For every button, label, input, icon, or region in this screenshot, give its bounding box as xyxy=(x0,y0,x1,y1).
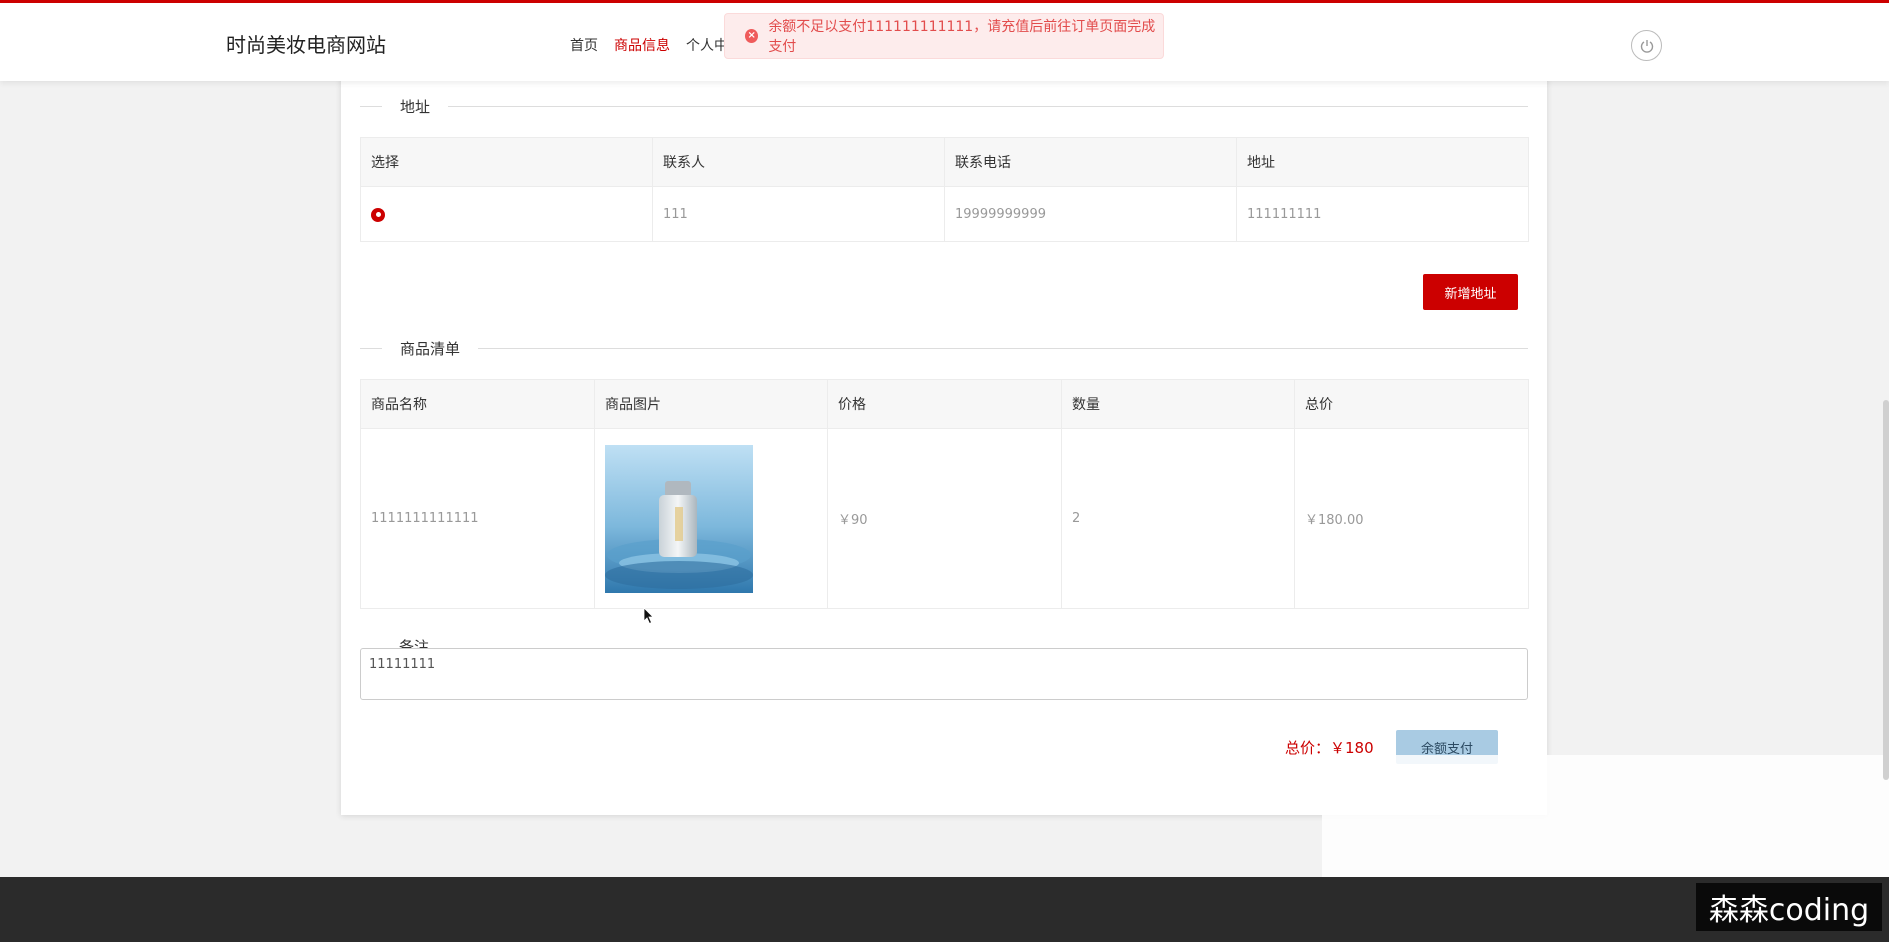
divider xyxy=(360,105,382,107)
address-cell: 111111111 xyxy=(1236,186,1529,242)
table-row[interactable]: 111 19999999999 111111111 xyxy=(360,186,1529,242)
main-nav: 首页 商品信息 个人中 xyxy=(570,35,728,55)
products-table: 商品名称 商品图片 价格 数量 总价 1111111111111 ￥90 2 ￥… xyxy=(360,379,1529,609)
column-header: 总价 xyxy=(1294,379,1529,429)
column-header: 商品图片 xyxy=(594,379,828,429)
line-total-cell: ￥180.00 xyxy=(1294,428,1529,609)
site-title: 时尚美妆电商网站 xyxy=(226,33,386,57)
watermark: 森森coding xyxy=(1696,883,1882,931)
quantity-cell: 2 xyxy=(1061,428,1295,609)
mouse-cursor-icon xyxy=(643,607,654,625)
power-icon xyxy=(1640,39,1653,53)
divider xyxy=(360,347,382,349)
error-circle-icon: × xyxy=(745,29,759,43)
scrollbar[interactable] xyxy=(1883,400,1889,780)
table-header-row: 选择 联系人 联系电话 地址 xyxy=(360,137,1529,187)
divider xyxy=(478,347,1528,349)
column-header: 联系人 xyxy=(652,137,945,187)
column-header: 价格 xyxy=(827,379,1062,429)
address-section-header: 地址 xyxy=(360,96,1528,116)
products-section-header: 商品清单 xyxy=(360,338,1528,358)
logout-button[interactable] xyxy=(1631,30,1662,61)
column-header: 地址 xyxy=(1236,137,1529,187)
phone-cell: 19999999999 xyxy=(944,186,1237,242)
price-cell: ￥90 xyxy=(827,428,1062,609)
checkout-card: 地址 选择 联系人 联系电话 地址 111 19999999999 111111… xyxy=(341,70,1547,815)
column-header: 选择 xyxy=(360,137,653,187)
add-address-button[interactable]: 新增地址 xyxy=(1423,274,1518,310)
divider xyxy=(448,105,1528,107)
table-header-row: 商品名称 商品图片 价格 数量 总价 xyxy=(360,379,1529,429)
table-row: 1111111111111 ￥90 2 ￥180.00 xyxy=(360,428,1529,609)
product-name-cell: 1111111111111 xyxy=(360,428,595,609)
toast-message: 余额不足以支付111111111111，请充值后前往订单页面完成支付 xyxy=(768,19,1156,55)
note-textarea[interactable]: 11111111 xyxy=(360,648,1528,700)
nav-products[interactable]: 商品信息 xyxy=(614,35,670,55)
nav-home[interactable]: 首页 xyxy=(570,35,598,55)
column-header: 联系电话 xyxy=(944,137,1237,187)
column-header: 数量 xyxy=(1061,379,1295,429)
contact-cell: 111 xyxy=(652,186,945,242)
products-section-title: 商品清单 xyxy=(400,339,461,358)
address-radio[interactable] xyxy=(371,207,385,222)
product-image xyxy=(605,444,753,593)
address-table: 选择 联系人 联系电话 地址 111 19999999999 111111111 xyxy=(360,137,1529,242)
overlay-patch xyxy=(1322,755,1889,892)
select-cell[interactable] xyxy=(360,186,653,242)
error-toast: × 余额不足以支付111111111111，请充值后前往订单页面完成支付 xyxy=(724,13,1164,59)
product-image-cell xyxy=(594,428,828,609)
nav-profile[interactable]: 个人中 xyxy=(686,35,728,55)
page-footer xyxy=(0,877,1889,942)
column-header: 商品名称 xyxy=(360,379,595,429)
address-section-title: 地址 xyxy=(400,97,431,116)
